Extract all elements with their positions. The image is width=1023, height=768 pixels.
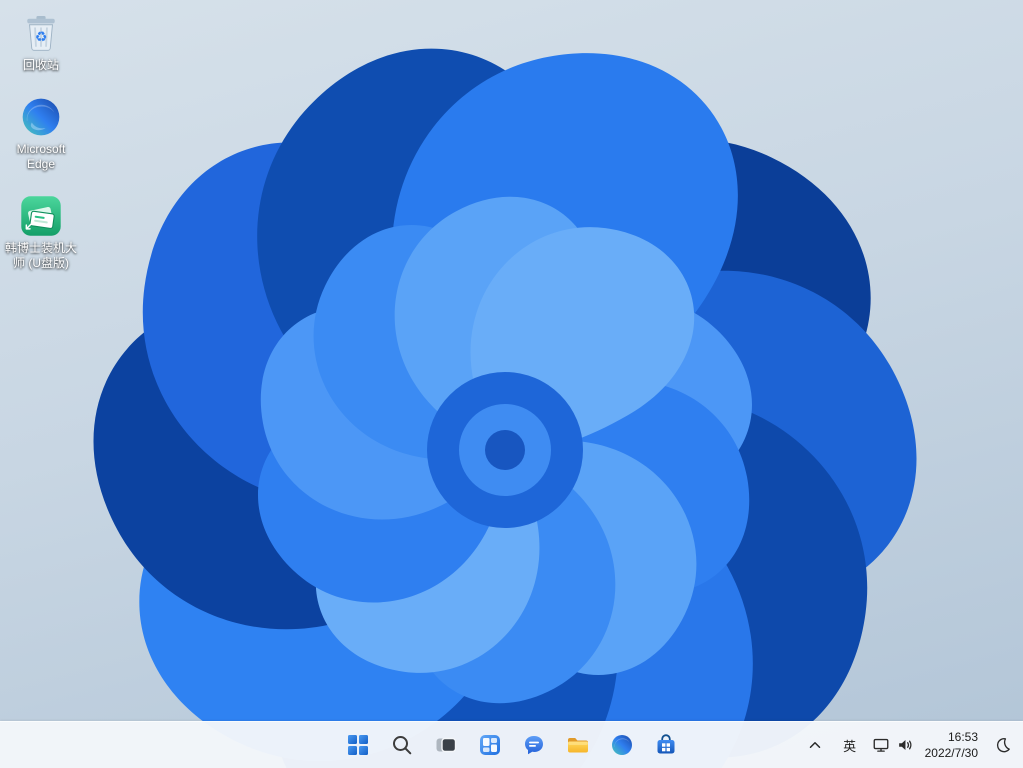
volume-icon xyxy=(896,736,914,754)
network-icon xyxy=(872,736,890,754)
file-explorer-icon xyxy=(566,733,590,757)
ime-label: 英 xyxy=(843,738,857,754)
desktop-icon-hanboshi[interactable]: 韩博士装机大师 (U盘版) xyxy=(2,191,80,274)
desktop-icon-recycle-bin[interactable]: ♻ 回收站 xyxy=(2,8,80,76)
ime-indicator[interactable]: 英 xyxy=(833,726,867,764)
moon-icon xyxy=(993,736,1011,754)
desktop-icon-label: 回收站 xyxy=(22,58,59,72)
edge-icon xyxy=(19,95,63,139)
start-button[interactable] xyxy=(338,725,378,765)
desktop-icon-label: Microsoft Edge xyxy=(16,142,66,171)
task-view-button[interactable] xyxy=(426,725,466,765)
edge-icon xyxy=(610,733,634,757)
search-button[interactable] xyxy=(382,725,422,765)
network-volume-button[interactable] xyxy=(868,726,918,764)
start-icon xyxy=(346,733,370,757)
store-icon xyxy=(654,733,678,757)
file-explorer-button[interactable] xyxy=(558,725,598,765)
desktop-icon-label: 韩博士装机大师 (U盘版) xyxy=(4,241,77,270)
taskbar: 英 16:53 2022/7/30 xyxy=(0,721,1023,768)
desktop-icon-microsoft-edge[interactable]: Microsoft Edge xyxy=(2,92,80,175)
taskbar-center xyxy=(338,722,686,768)
hanboshi-icon xyxy=(19,194,63,238)
desktop-icon-list: ♻ 回收站 Microsoft Edge 韩博士装机大师 (U盘版) xyxy=(2,8,80,274)
clock-time: 16:53 xyxy=(947,729,978,744)
tray-overflow-button[interactable] xyxy=(798,726,832,764)
task-view-icon xyxy=(434,733,458,757)
chat-icon xyxy=(522,733,546,757)
system-tray: 英 16:53 2022/7/30 xyxy=(798,722,1019,768)
notification-center-button[interactable] xyxy=(985,726,1019,764)
edge-button[interactable] xyxy=(602,725,642,765)
search-icon xyxy=(390,733,414,757)
desktop: ♻ 回收站 Microsoft Edge 韩博士装机大师 (U盘版) 英 16:… xyxy=(0,0,1023,768)
clock[interactable]: 16:53 2022/7/30 xyxy=(919,726,984,764)
wallpaper-bloom xyxy=(93,48,917,768)
clock-date: 2022/7/30 xyxy=(924,746,978,760)
store-button[interactable] xyxy=(646,725,686,765)
chevron-up-icon xyxy=(806,736,824,754)
chat-button[interactable] xyxy=(514,725,554,765)
recycle-bin-icon: ♻ xyxy=(19,11,63,55)
svg-text:♻: ♻ xyxy=(35,30,47,45)
widgets-icon xyxy=(478,733,502,757)
widgets-button[interactable] xyxy=(470,725,510,765)
